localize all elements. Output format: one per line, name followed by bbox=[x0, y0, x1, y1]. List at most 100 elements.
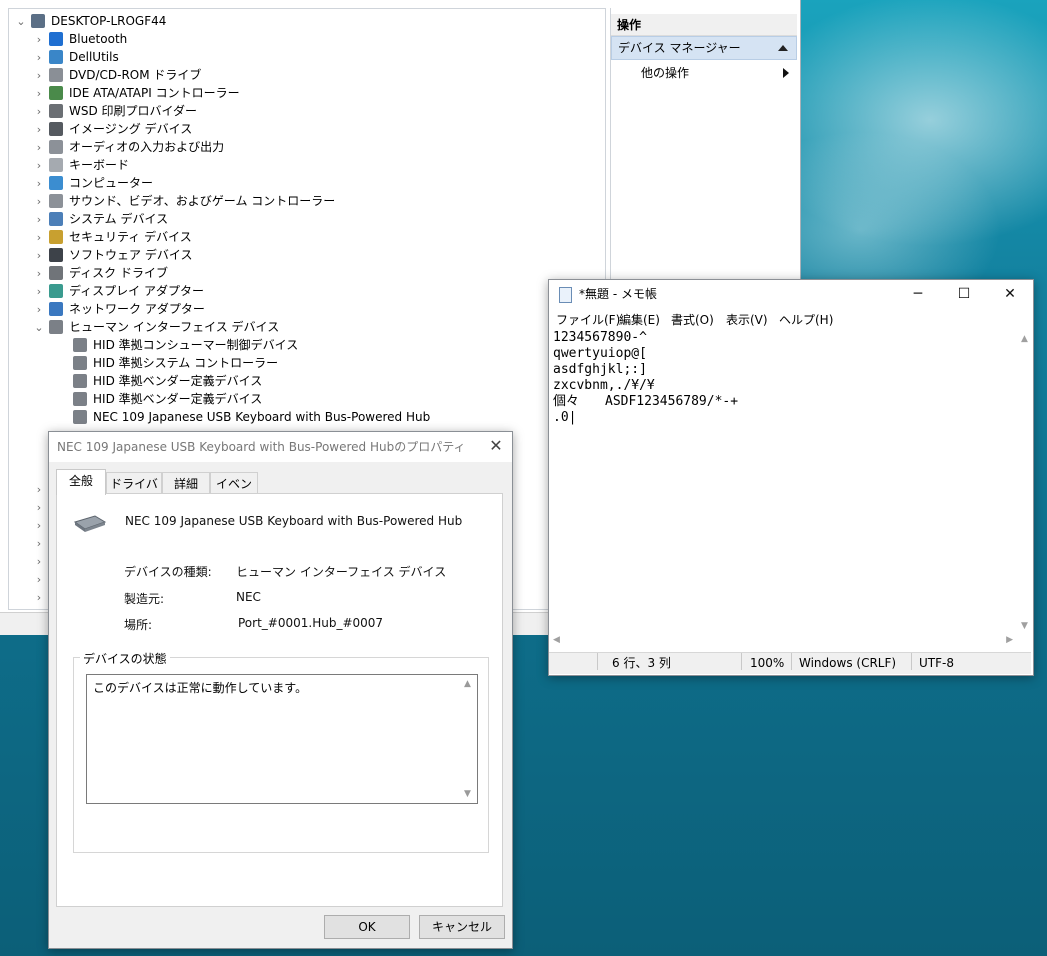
tree-category[interactable]: › DVD/CD-ROM ドライブ bbox=[33, 66, 201, 84]
chevron-right-icon[interactable]: › bbox=[33, 537, 45, 550]
chevron-right-icon[interactable]: › bbox=[33, 105, 45, 118]
chevron-right-icon[interactable]: › bbox=[33, 285, 45, 298]
status-scrollbar[interactable]: ▲ ▼ bbox=[461, 675, 477, 803]
scroll-left-icon[interactable]: ◀ bbox=[553, 635, 560, 645]
tab-events[interactable]: イベント bbox=[210, 472, 258, 513]
tree-device[interactable]: HID 準拠コンシューマー制御デバイス bbox=[69, 336, 298, 354]
notepad-statusbar: 6 行、3 列 100% Windows (CRLF) UTF-8 bbox=[549, 652, 1031, 674]
collapsed-chevron[interactable]: › bbox=[33, 498, 45, 516]
tree-device[interactable]: NEC 109 Japanese USB Keyboard with Bus-P… bbox=[69, 408, 430, 426]
notepad-hscrollbar[interactable]: ◀ ▶ bbox=[549, 635, 1017, 649]
tree-device[interactable]: HID 準拠ベンダー定義デバイス bbox=[69, 372, 262, 390]
chevron-right-icon[interactable]: › bbox=[33, 51, 45, 64]
chevron-right-icon[interactable]: › bbox=[33, 483, 45, 496]
collapsed-chevron[interactable]: › bbox=[33, 534, 45, 552]
notepad-vscrollbar[interactable]: ▲ ▼ bbox=[1017, 330, 1033, 635]
notepad-title: *無題 - メモ帳 bbox=[579, 287, 657, 301]
device-status-legend: デバイスの状態 bbox=[80, 650, 170, 667]
chevron-right-icon[interactable]: › bbox=[33, 69, 45, 82]
chevron-right-icon[interactable]: › bbox=[33, 267, 45, 280]
tree-category[interactable]: › IDE ATA/ATAPI コントローラー bbox=[33, 84, 240, 102]
tab-details[interactable]: 詳細 bbox=[162, 472, 210, 494]
chevron-right-icon[interactable]: › bbox=[33, 177, 45, 190]
scroll-up-icon[interactable]: ▲ bbox=[464, 679, 471, 689]
chevron-right-icon[interactable]: › bbox=[33, 501, 45, 514]
scroll-down-icon[interactable]: ▼ bbox=[464, 789, 471, 799]
tab-general[interactable]: 全般 bbox=[56, 469, 106, 495]
network-icon bbox=[49, 302, 63, 316]
close-icon[interactable]: ✕ bbox=[488, 438, 504, 454]
chevron-down-icon[interactable]: ⌄ bbox=[33, 321, 45, 334]
tree-device[interactable]: HID 準拠ベンダー定義デバイス bbox=[69, 390, 262, 408]
tree-category[interactable]: › イメージング デバイス bbox=[33, 120, 192, 138]
dvd-icon bbox=[49, 68, 63, 82]
chevron-right-icon[interactable]: › bbox=[33, 303, 45, 316]
device-status-textbox[interactable]: このデバイスは正常に動作しています。 ▲ ▼ bbox=[86, 674, 478, 804]
text-line: 1234567890-^ bbox=[553, 330, 647, 345]
collapsed-chevron[interactable]: › bbox=[33, 516, 45, 534]
collapse-up-icon[interactable] bbox=[778, 45, 788, 51]
chevron-right-icon[interactable]: › bbox=[33, 573, 45, 586]
chevron-right-icon[interactable]: › bbox=[33, 33, 45, 46]
tree-category-label: ヒューマン インターフェイス デバイス bbox=[69, 320, 280, 334]
action-more-actions[interactable]: 他の操作 bbox=[611, 62, 797, 84]
text-line: 個々 ASDF123456789/*-+ bbox=[553, 394, 739, 409]
tree-category[interactable]: › キーボード bbox=[33, 156, 129, 174]
tree-category[interactable]: › ソフトウェア デバイス bbox=[33, 246, 192, 264]
tree-category[interactable]: › ディスク ドライブ bbox=[33, 264, 168, 282]
tree-category[interactable]: › Bluetooth bbox=[33, 30, 127, 48]
chevron-right-icon[interactable]: › bbox=[33, 213, 45, 226]
maximize-icon[interactable]: ☐ bbox=[941, 280, 987, 308]
computer-icon bbox=[49, 176, 63, 190]
chevron-right-icon[interactable]: › bbox=[33, 159, 45, 172]
chevron-right-icon[interactable]: › bbox=[33, 249, 45, 262]
tree-category[interactable]: › セキュリティ デバイス bbox=[33, 228, 192, 246]
close-icon[interactable]: ✕ bbox=[987, 280, 1033, 308]
menu-format[interactable]: 書式(O) bbox=[671, 310, 714, 330]
collapsed-chevron[interactable]: › bbox=[33, 552, 45, 570]
tree-device[interactable]: HID 準拠システム コントローラー bbox=[69, 354, 278, 372]
location-value: Port_#0001.Hub_#0007 bbox=[238, 616, 384, 630]
chevron-right-icon[interactable]: › bbox=[33, 141, 45, 154]
tree-category[interactable]: › コンピューター bbox=[33, 174, 153, 192]
tree-category[interactable]: › オーディオの入力および出力 bbox=[33, 138, 224, 156]
menu-file[interactable]: ファイル(F) bbox=[556, 310, 620, 330]
chevron-right-icon[interactable]: › bbox=[33, 519, 45, 532]
device-name: NEC 109 Japanese USB Keyboard with Bus-P… bbox=[125, 514, 463, 528]
menu-edit[interactable]: 編集(E) bbox=[619, 310, 660, 330]
collapsed-chevron[interactable]: › bbox=[33, 588, 45, 606]
status-separator bbox=[791, 653, 792, 670]
menu-help[interactable]: ヘルプ(H) bbox=[779, 310, 833, 330]
menu-view[interactable]: 表示(V) bbox=[726, 310, 768, 330]
device-status-group: デバイスの状態 このデバイスは正常に動作しています。 ▲ ▼ bbox=[73, 650, 489, 853]
chevron-right-icon[interactable]: › bbox=[33, 555, 45, 568]
camera-icon bbox=[49, 122, 63, 136]
scroll-up-icon[interactable]: ▲ bbox=[1021, 334, 1028, 344]
tree-category[interactable]: › DellUtils bbox=[33, 48, 119, 66]
scroll-down-icon[interactable]: ▼ bbox=[1021, 621, 1028, 631]
action-device-manager[interactable]: デバイス マネージャー bbox=[611, 36, 797, 60]
chevron-right-icon[interactable]: › bbox=[33, 87, 45, 100]
scroll-right-icon[interactable]: ▶ bbox=[1006, 635, 1013, 645]
notepad-icon bbox=[559, 287, 572, 303]
notepad-text-area[interactable]: 1234567890-^ qwertyuiop@[ asdfghjkl;:] z… bbox=[549, 330, 1017, 635]
chevron-right-icon[interactable]: › bbox=[33, 195, 45, 208]
tree-category[interactable]: › サウンド、ビデオ、およびゲーム コントローラー bbox=[33, 192, 335, 210]
cancel-button[interactable]: キャンセル bbox=[419, 915, 505, 939]
collapsed-chevron[interactable]: › bbox=[33, 480, 45, 498]
tab-driver[interactable]: ドライバー bbox=[106, 472, 162, 513]
text-line: qwertyuiop@[ bbox=[553, 346, 647, 361]
tree-category[interactable]: › WSD 印刷プロバイダー bbox=[33, 102, 197, 120]
collapsed-chevron[interactable]: › bbox=[33, 570, 45, 588]
chevron-down-icon[interactable]: ⌄ bbox=[15, 15, 27, 28]
tree-category[interactable]: › ネットワーク アダプター bbox=[33, 300, 205, 318]
tree-category[interactable]: › ディスプレイ アダプター bbox=[33, 282, 204, 300]
tree-category[interactable]: ⌄ ヒューマン インターフェイス デバイス bbox=[33, 318, 279, 336]
chevron-right-icon[interactable]: › bbox=[33, 591, 45, 604]
minimize-icon[interactable]: ─ bbox=[895, 280, 941, 308]
tree-root[interactable]: ⌄ DESKTOP-LROGF44 bbox=[15, 12, 166, 30]
tree-category[interactable]: › システム デバイス bbox=[33, 210, 168, 228]
ok-button[interactable]: OK bbox=[324, 915, 410, 939]
chevron-right-icon[interactable]: › bbox=[33, 123, 45, 136]
chevron-right-icon[interactable]: › bbox=[33, 231, 45, 244]
